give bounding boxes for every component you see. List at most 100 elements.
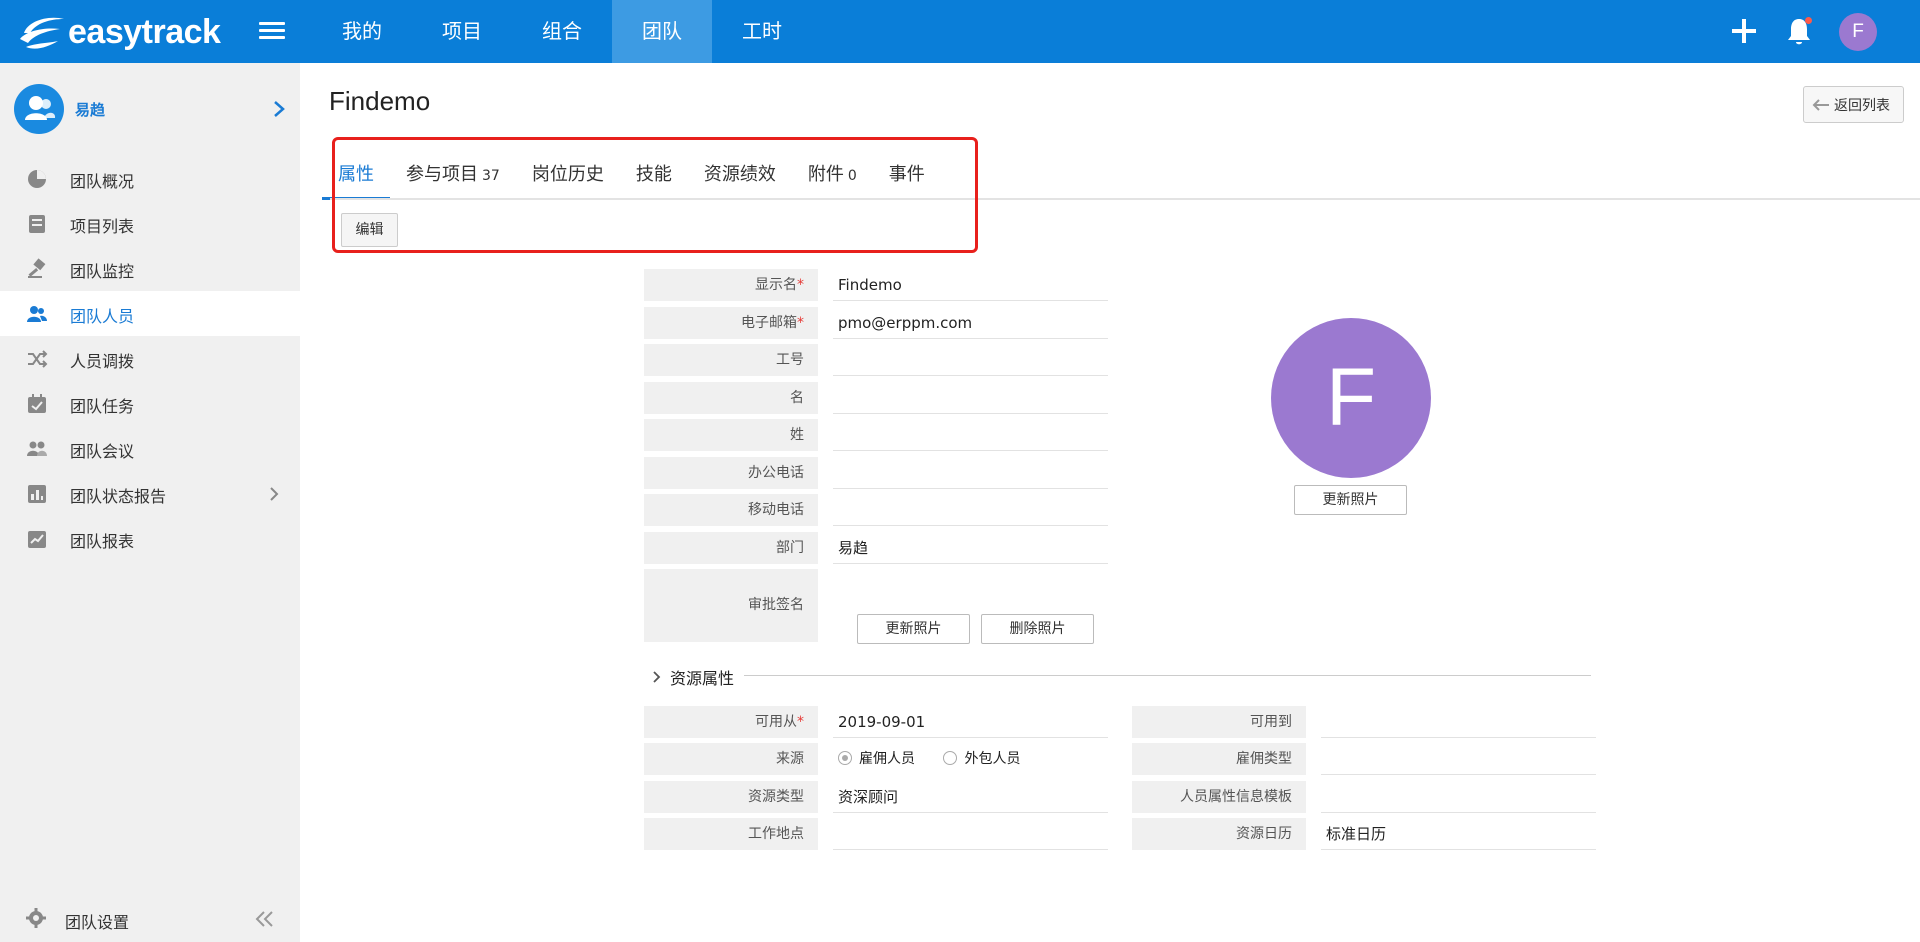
tab-count: 37 [482, 168, 500, 184]
sidebar: 易趋 团队概况 项目列表 团队监控 团队人员 人员调拨 团队任务 团队会议 团队… [0, 63, 300, 942]
field-label: 雇佣类型 [1132, 743, 1306, 775]
radio-label: 雇佣人员 [859, 751, 915, 767]
nav-item-timesheet[interactable]: 工时 [712, 0, 812, 63]
employment-type-value [1321, 743, 1596, 775]
settings-label: 团队设置 [65, 913, 130, 932]
collapse-sidebar-icon[interactable] [253, 909, 275, 929]
brand-logo[interactable]: easytrack [18, 12, 221, 52]
calendar-value: 标准日历 [1321, 818, 1596, 850]
tab-label: 参与项目 [406, 164, 478, 185]
sidebar-item-label: 项目列表 [70, 217, 135, 236]
field-label: 工号 [644, 344, 818, 376]
sidebar-item-overview[interactable]: 团队概况 [0, 156, 300, 201]
tab-events[interactable]: 事件 [889, 158, 925, 200]
info-template-value [1321, 781, 1596, 813]
radio-employee[interactable]: 雇佣人员 [838, 751, 915, 767]
bar-report-icon [28, 485, 46, 503]
radio-button[interactable] [838, 751, 852, 765]
last-name-value [833, 419, 1108, 451]
menu-toggle-icon[interactable] [259, 22, 285, 42]
available-to-value [1321, 706, 1596, 738]
field-label: 来源 [644, 743, 818, 775]
field-label: 可用从* [644, 706, 818, 738]
tab-label: 附件 [807, 164, 844, 185]
work-location-value [833, 818, 1108, 850]
brand-name: easytrack [68, 12, 221, 51]
update-photo-button[interactable]: 更新照片 [1294, 485, 1407, 515]
back-button-label: 返回列表 [1834, 97, 1890, 114]
mobile-phone-value [833, 494, 1108, 526]
update-signature-button[interactable]: 更新照片 [857, 614, 970, 644]
tab-count: 0 [847, 168, 857, 184]
sidebar-item-label: 团队人员 [70, 307, 135, 326]
people-icon [27, 306, 47, 322]
display-name-value: Findemo [833, 269, 1108, 301]
nav-item-portfolio[interactable]: 组合 [512, 0, 612, 63]
top-navbar: easytrack 我的 项目 组合 团队 工时 F [0, 0, 1920, 63]
field-label: 姓 [644, 419, 818, 451]
tab-performance[interactable]: 资源绩效 [704, 158, 776, 200]
sidebar-item-label: 团队会议 [70, 442, 135, 461]
profile-avatar: F [1271, 318, 1431, 478]
section-title: 资源属性 [670, 669, 735, 688]
field-label: 显示名* [644, 269, 818, 301]
section-divider [744, 675, 1591, 676]
sidebar-item-allocation[interactable]: 人员调拨 [0, 336, 300, 381]
employee-no-value [833, 344, 1108, 376]
sidebar-item-status-report[interactable]: 团队状态报告 [0, 471, 300, 516]
field-label: 资源日历 [1132, 818, 1306, 850]
tab-bar: 属性 参与项目 37 岗位历史 技能 资源绩效 附件 0 事件 [322, 158, 957, 200]
sidebar-item-label: 团队概况 [70, 172, 135, 191]
radio-button[interactable] [943, 751, 958, 765]
radio-label: 外包人员 [964, 751, 1021, 767]
line-report-icon [28, 531, 46, 548]
nav-item-projects[interactable]: 项目 [412, 0, 512, 63]
field-label: 部门 [644, 532, 818, 564]
sidebar-item-tasks[interactable]: 团队任务 [0, 381, 300, 426]
tab-position-history[interactable]: 岗位历史 [532, 158, 604, 200]
source-radio-group: 雇佣人员 外包人员 [833, 743, 1108, 775]
sidebar-item-meetings[interactable]: 团队会议 [0, 426, 300, 471]
tab-divider [330, 198, 1920, 200]
resource-section-header[interactable]: 资源属性 [652, 665, 734, 689]
edit-button[interactable]: 编辑 [341, 213, 398, 247]
chevron-right-icon [653, 671, 661, 683]
tab-attachments[interactable]: 附件 0 [808, 158, 857, 200]
department-value: 易趋 [833, 532, 1108, 564]
shuffle-icon [28, 350, 48, 368]
inbox-icon [29, 215, 45, 233]
logo-swoosh-icon [20, 17, 64, 49]
field-label: 资源类型 [644, 781, 818, 813]
field-label: 办公电话 [644, 457, 818, 489]
add-icon[interactable] [1731, 18, 1757, 44]
sidebar-item-monitor[interactable]: 团队监控 [0, 246, 300, 291]
sidebar-settings[interactable]: 团队设置 [0, 895, 300, 942]
field-label: 人员属性信息模板 [1132, 781, 1306, 813]
sidebar-item-projects[interactable]: 项目列表 [0, 201, 300, 246]
tab-properties[interactable]: 属性 [322, 158, 390, 200]
field-label: 移动电话 [644, 494, 818, 526]
sidebar-item-members[interactable]: 团队人员 [0, 291, 300, 336]
sidebar-item-label: 团队状态报告 [70, 487, 167, 506]
radio-outsourced[interactable]: 外包人员 [943, 751, 1020, 767]
first-name-value [833, 382, 1108, 414]
notification-badge [1805, 17, 1812, 24]
user-avatar[interactable]: F [1839, 13, 1877, 51]
field-label: 工作地点 [644, 818, 818, 850]
field-label: 名 [644, 382, 818, 414]
tab-projects[interactable]: 参与项目 37 [406, 158, 500, 200]
nav-item-my[interactable]: 我的 [312, 0, 412, 63]
delete-signature-button[interactable]: 删除照片 [981, 614, 1094, 644]
sidebar-item-reports[interactable]: 团队报表 [0, 516, 300, 561]
tab-label: 属性 [338, 164, 374, 185]
signature-label: 审批签名 [644, 569, 818, 642]
team-avatar-icon [14, 84, 64, 134]
back-to-list-button[interactable]: 返回列表 [1803, 86, 1904, 123]
tab-label: 岗位历史 [531, 164, 604, 185]
meeting-icon [27, 441, 47, 456]
nav-item-team[interactable]: 团队 [612, 0, 712, 63]
tab-label: 资源绩效 [703, 164, 776, 185]
chevron-right-icon[interactable] [272, 100, 286, 118]
tab-skills[interactable]: 技能 [636, 158, 672, 200]
sidebar-team-header[interactable]: 易趋 [0, 63, 300, 155]
